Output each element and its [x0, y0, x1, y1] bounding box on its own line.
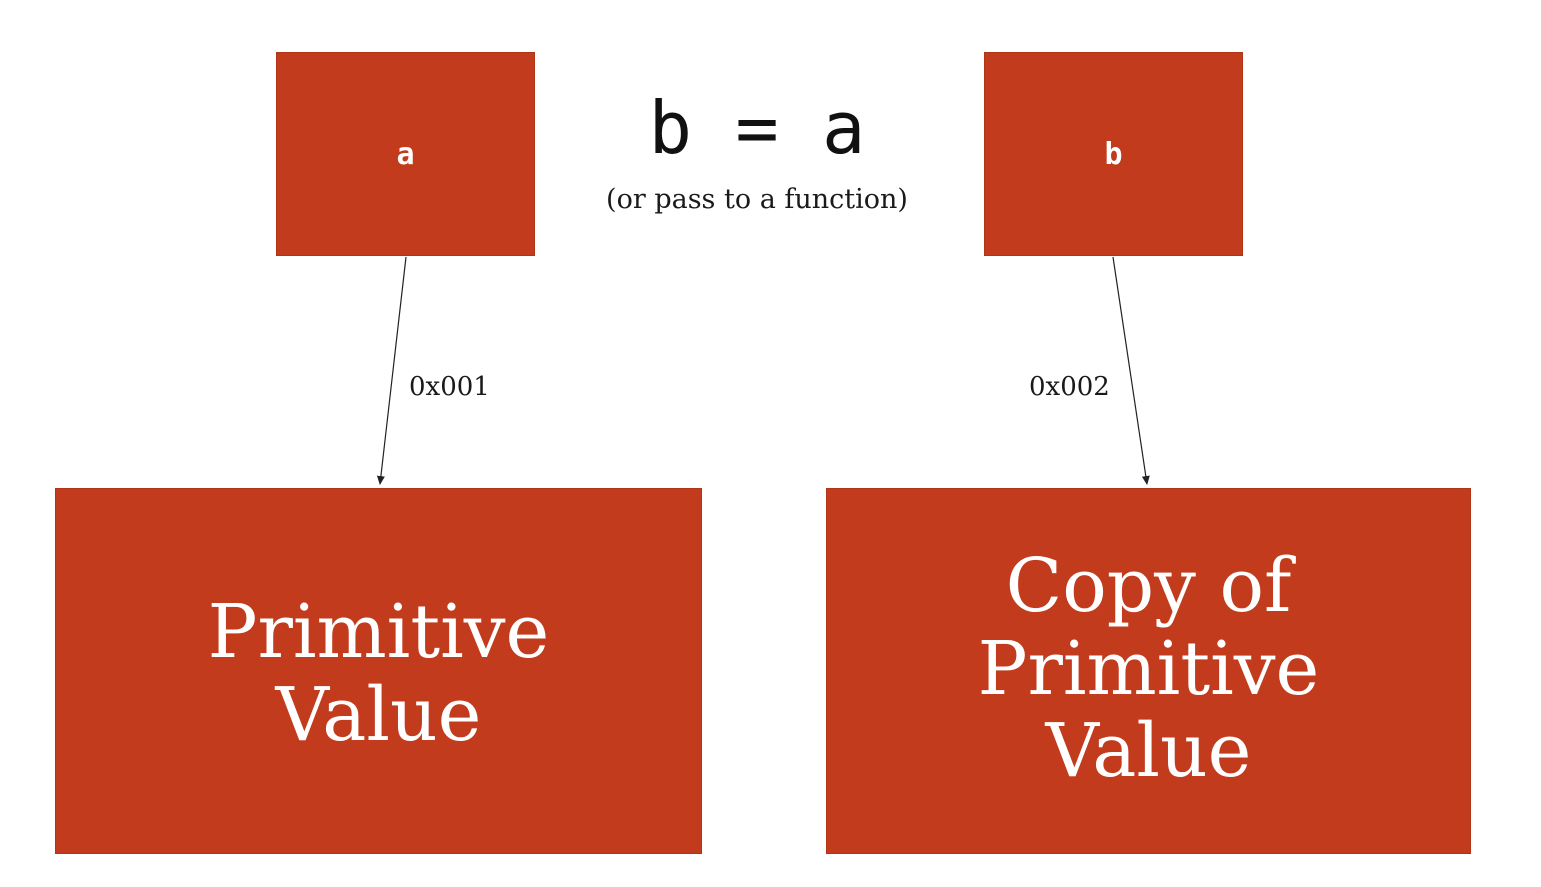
variable-a-label: a: [396, 136, 415, 172]
assignment-expression: b = a: [648, 86, 866, 170]
arrow-b-to-copy-of-primitive-value: [1112, 256, 1150, 485]
variable-a-box: a: [276, 52, 535, 256]
copy-primitive-value-box: Copy of Primitive Value: [826, 488, 1471, 854]
address-a-label: 0x001: [409, 372, 490, 402]
assignment-note: (or pass to a function): [606, 184, 908, 215]
primitive-value-box: Primitive Value: [55, 488, 702, 854]
variable-b-box: b: [984, 52, 1243, 256]
variable-b-label: b: [1104, 136, 1123, 172]
primitive-value-label: Primitive Value: [207, 589, 550, 758]
arrow-a-to-primitive-value: [376, 256, 407, 485]
address-b-label: 0x002: [1029, 372, 1110, 402]
copy-primitive-value-label: Copy of Primitive Value: [977, 542, 1320, 795]
